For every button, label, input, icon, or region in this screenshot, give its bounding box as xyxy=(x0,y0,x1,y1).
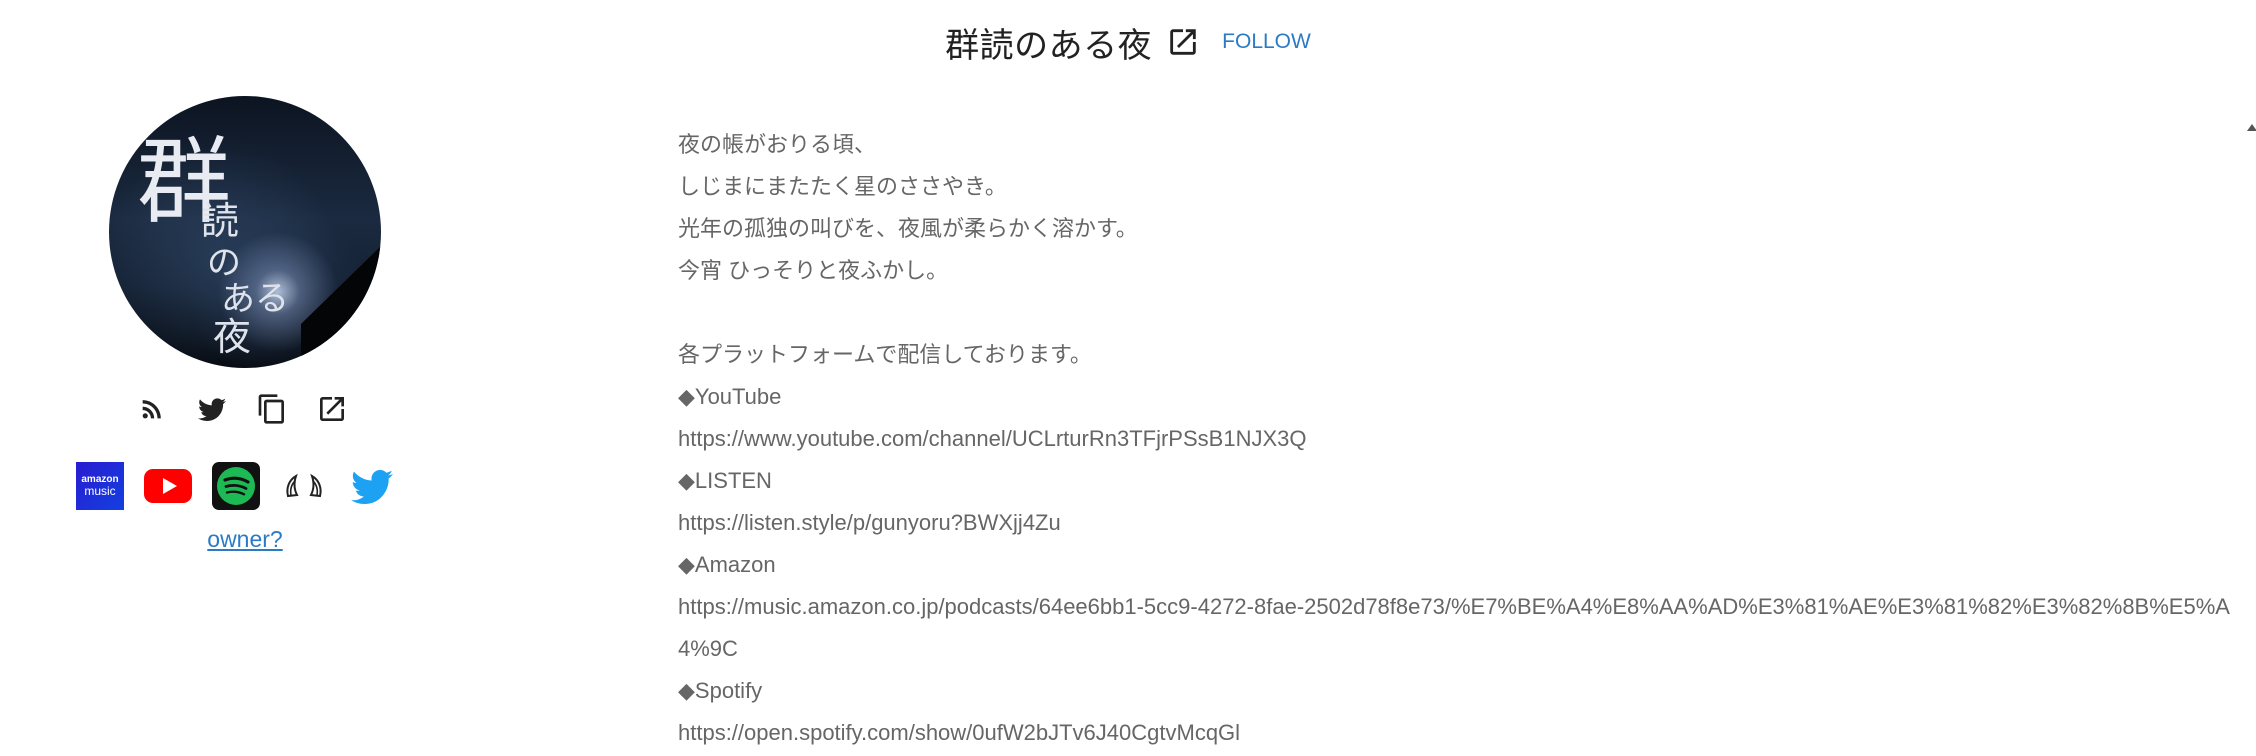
avatar-vertical-char-1: 読 xyxy=(201,199,240,243)
platform-heading-amazon: ◆Amazon xyxy=(678,552,776,577)
description: 夜の帳がおりる頃、 しじまにまたたく星のささやき。 光年の孤独の叫びを、夜風が柔… xyxy=(678,124,2238,754)
avatar: 群 読 の ある 夜 xyxy=(109,96,381,368)
spotify-url-link[interactable]: https://open.spotify.com/show/0ufW2bJTv6… xyxy=(678,712,2238,754)
owner-link[interactable]: owner? xyxy=(0,526,490,553)
description-line: しじまにまたたく星のささやき。 xyxy=(678,174,1007,199)
avatar-vertical-char-4: 夜 xyxy=(213,315,252,359)
platform-heading-youtube: ◆YouTube xyxy=(678,384,782,409)
twitter-icon[interactable] xyxy=(195,392,229,426)
avatar-vertical-char-3: ある xyxy=(221,279,289,319)
youtube-icon[interactable] xyxy=(144,462,192,510)
rss-icon[interactable] xyxy=(135,392,169,426)
scrollbar[interactable] xyxy=(2246,124,2256,756)
platform-links: amazon music xyxy=(76,462,396,510)
spotify-icon[interactable] xyxy=(212,462,260,510)
description-blank-line xyxy=(678,292,2238,334)
twitter-icon[interactable] xyxy=(348,462,396,510)
amazon-url-link[interactable]: https://music.amazon.co.jp/podcasts/64ee… xyxy=(678,586,2238,670)
avatar-vertical-char-2: の xyxy=(207,243,241,283)
follow-button[interactable]: FOLLOW xyxy=(1222,30,1311,54)
youtube-url-link[interactable]: https://www.youtube.com/channel/UCLrturR… xyxy=(678,418,2238,460)
listen-icon[interactable] xyxy=(280,462,328,510)
page-header: 群読のある夜 FOLLOW xyxy=(0,12,2256,72)
amazon-music-label-bottom: music xyxy=(84,484,116,498)
page-title: 群読のある夜 xyxy=(945,25,1153,66)
description-line: 光年の孤独の叫びを、夜風が柔らかく溶かす。 xyxy=(678,216,1138,241)
copy-icon[interactable] xyxy=(255,392,289,426)
description-line: 今宵 ひっそりと夜ふかし。 xyxy=(678,258,949,283)
platform-heading-spotify: ◆Spotify xyxy=(678,678,763,703)
amazon-music-icon[interactable]: amazon music xyxy=(76,462,124,510)
action-icon-row xyxy=(135,392,349,426)
platform-heading-listen: ◆LISTEN xyxy=(678,468,772,493)
scroll-up-arrow-icon[interactable] xyxy=(2247,124,2256,131)
open-external-icon[interactable] xyxy=(1166,25,1200,59)
open-external-icon[interactable] xyxy=(315,392,349,426)
description-line: 夜の帳がおりる頃、 xyxy=(678,132,877,157)
avatar-roof-silhouette xyxy=(301,246,381,368)
listen-url-link[interactable]: https://listen.style/p/gunyoru?BWXjj4Zu xyxy=(678,502,2238,544)
description-line: 各プラットフォームで配信しております。 xyxy=(678,342,1092,367)
